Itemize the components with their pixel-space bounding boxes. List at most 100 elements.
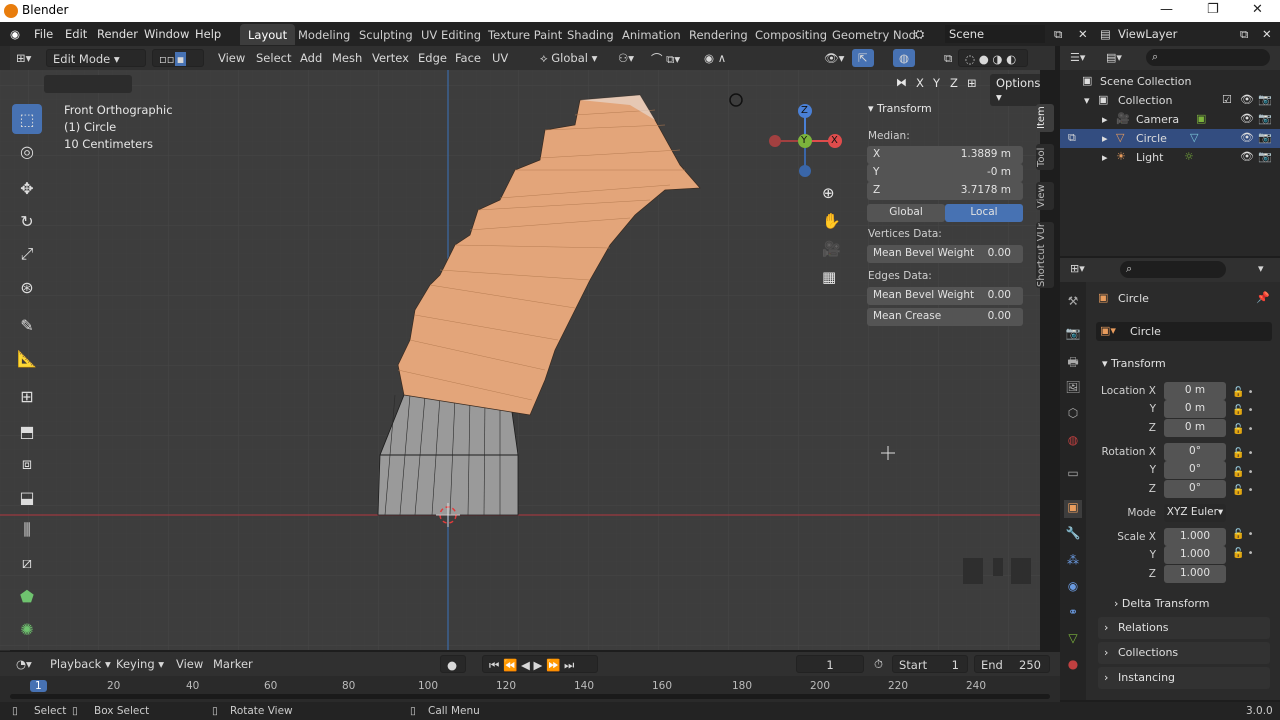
rotation-mode-dropdown[interactable]: XYZ Euler▾ [1164, 504, 1226, 522]
menu-edit[interactable]: Edit [65, 27, 87, 41]
camera-view-icon[interactable]: 🎥 [822, 240, 841, 258]
menu-window[interactable]: Window [144, 27, 189, 41]
median-x-field[interactable]: X 1.3889 m [867, 146, 1023, 164]
pan-hand-icon[interactable]: ✋ [822, 212, 841, 230]
tab-shortcut[interactable]: Shortcut VUr [1036, 222, 1054, 288]
tab-uv-editing[interactable]: UV Editing [413, 24, 489, 45]
transform-section-header[interactable]: ▾ Transform [1102, 357, 1166, 370]
tab-geometry-nodes[interactable]: Geometry Nod [824, 24, 924, 45]
tool-rotate-icon[interactable]: ↻ [12, 206, 42, 236]
instancing-section[interactable]: › Instancing [1098, 667, 1270, 689]
menu-render[interactable]: Render [97, 27, 138, 41]
scene-selector[interactable]: Scene [945, 25, 1045, 43]
close-button[interactable]: ✕ [1252, 2, 1263, 17]
menu-help[interactable]: Help [195, 27, 221, 41]
menu-uv[interactable]: UV [486, 49, 514, 67]
mean-crease-field[interactable]: Mean Crease 0.00 [867, 308, 1023, 326]
tool-transform-icon[interactable]: ⊛ [12, 272, 42, 302]
viewlayer-copy-icon[interactable]: ⧉ [1240, 27, 1248, 42]
particles-tab-icon[interactable]: ⁂ [1064, 553, 1082, 571]
menu-view[interactable]: View [212, 49, 251, 67]
relations-section[interactable]: › Relations [1098, 617, 1270, 639]
output-tab-icon[interactable]: 🖶 [1064, 353, 1082, 371]
tool-loop-cut-icon[interactable]: ⫼ [12, 515, 42, 545]
world-tab-icon[interactable]: ◍ [1064, 433, 1082, 451]
end-frame-field[interactable]: End 250 [974, 655, 1050, 673]
timeline-editor-icon[interactable]: ◔▾ [10, 655, 38, 673]
lock-column[interactable]: 🔓 • 🔓 • 🔓 • 🔓 • 🔓 • 🔓 • 🔓 • 🔓 • [1232, 384, 1266, 580]
modifier-tab-icon[interactable]: 🔧 [1064, 526, 1082, 544]
mirror-icon[interactable]: ⧓ [896, 76, 907, 89]
view-layer-tab-icon[interactable]: 🖼 [1064, 380, 1082, 398]
maximize-button[interactable]: ❐ [1207, 2, 1219, 17]
rotation-x-field[interactable]: 0° [1164, 443, 1226, 461]
tool-inset-icon[interactable]: ⧈ [12, 449, 42, 479]
checkbox-icon[interactable]: ☑ [1222, 93, 1232, 106]
marker-menu[interactable]: Marker [207, 655, 259, 673]
tool-knife-icon[interactable]: ⧄ [12, 548, 42, 578]
tool-measure-icon[interactable]: 📐 [12, 343, 42, 373]
location-y-field[interactable]: 0 m [1164, 400, 1226, 418]
mirror-x-toggle[interactable]: X [916, 76, 924, 90]
delta-transform-section[interactable]: › Delta Transform [1114, 597, 1209, 610]
expand-arrow-icon[interactable]: ▸ [1102, 151, 1108, 164]
lock-icon[interactable]: 🔓 • [1232, 445, 1266, 463]
tab-item[interactable]: Item [1036, 104, 1054, 132]
menu-mesh[interactable]: Mesh [326, 49, 368, 67]
properties-search[interactable]: ⌕ [1120, 261, 1226, 278]
playback-menu[interactable]: Playback ▾ [44, 655, 117, 673]
orientation-selector[interactable]: ⟡ Global ▾ [534, 49, 603, 67]
npanel-transform-header[interactable]: ▾ Transform [868, 102, 932, 115]
visibility-icon[interactable]: 👁▾ [818, 49, 850, 67]
data-tab-icon[interactable]: ▽ [1064, 631, 1082, 649]
eye-icon[interactable]: 👁 [1240, 112, 1254, 125]
tool-move-icon[interactable]: ✥ [12, 173, 42, 203]
scene-copy-icon[interactable]: ⧉ [1054, 27, 1062, 42]
lock-icon[interactable]: 🔓 • [1232, 384, 1266, 402]
select-mode-toggles[interactable]: ▫▫ ▪ [152, 49, 204, 67]
current-frame-field[interactable]: 1 [796, 655, 864, 673]
viewlayer-selector[interactable]: ViewLayer [1118, 27, 1177, 41]
expand-arrow-icon[interactable]: ▸ [1102, 132, 1108, 145]
tool-tab-icon[interactable]: ⚒ [1064, 294, 1082, 312]
menu-vertex[interactable]: Vertex [366, 49, 415, 67]
proportional-edit-icon[interactable]: ◉ ∧ [698, 49, 732, 67]
pin-icon[interactable]: 📌 [1256, 291, 1270, 304]
lock-icon[interactable]: 🔓 • [1232, 482, 1266, 500]
lock-icon[interactable]: 🔓 • [1232, 464, 1266, 482]
scale-x-field[interactable]: 1.000 [1164, 528, 1226, 546]
lock-icon[interactable]: 🔓 • [1232, 421, 1266, 439]
expand-arrow-icon[interactable]: ▸ [1102, 113, 1108, 126]
blender-menu-icon[interactable]: ◉ [10, 27, 20, 41]
menu-edge[interactable]: Edge [412, 49, 453, 67]
mesh-data-icon[interactable]: ▽ [1190, 131, 1198, 144]
tool-poly-build-icon[interactable]: ⬟ [12, 581, 42, 611]
menu-file[interactable]: File [34, 27, 53, 41]
global-toggle[interactable]: Global [867, 204, 945, 222]
editor-type-icon[interactable]: ⊞▾ [10, 49, 37, 67]
collection-tab-icon[interactable]: ▭ [1064, 466, 1082, 484]
tab-shading[interactable]: Shading [559, 24, 622, 45]
mode-selector[interactable]: Edit Mode ▾ [46, 49, 146, 67]
box-select-modes[interactable] [44, 75, 132, 93]
auto-key-icon[interactable]: ● ▾ [440, 655, 466, 686]
tab-texture-paint[interactable]: Texture Paint [480, 24, 570, 45]
tab-sculpting[interactable]: Sculpting [351, 24, 421, 45]
camera-restrict-icon[interactable]: 📷 [1258, 131, 1272, 144]
rotation-y-field[interactable]: 0° [1164, 461, 1226, 479]
lock-icon[interactable]: 🔓 • [1232, 526, 1266, 544]
playback-controls[interactable]: ⏮ ⏪ ◀ ▶ ⏩ ⏭ [482, 655, 598, 673]
tab-animation[interactable]: Animation [614, 24, 689, 45]
vertex-bevel-weight-field[interactable]: Mean Bevel Weight 0.00 [867, 245, 1023, 263]
tab-compositing[interactable]: Compositing [747, 24, 835, 45]
tool-select-box[interactable]: ⬚ [12, 104, 42, 134]
camera-restrict-icon[interactable]: 📷 [1258, 93, 1272, 106]
keying-menu[interactable]: Keying ▾ [110, 655, 170, 673]
timeline-view-menu[interactable]: View [170, 655, 209, 673]
stopwatch-icon[interactable]: ⏱ [868, 655, 889, 673]
tab-modeling[interactable]: Modeling [290, 24, 358, 45]
tool-cursor-icon[interactable]: ◎ [12, 136, 42, 166]
scale-y-field[interactable]: 1.000 [1164, 546, 1226, 564]
tab-rendering[interactable]: Rendering [681, 24, 756, 45]
tool-add-cube-icon[interactable]: ⊞ [12, 381, 42, 411]
